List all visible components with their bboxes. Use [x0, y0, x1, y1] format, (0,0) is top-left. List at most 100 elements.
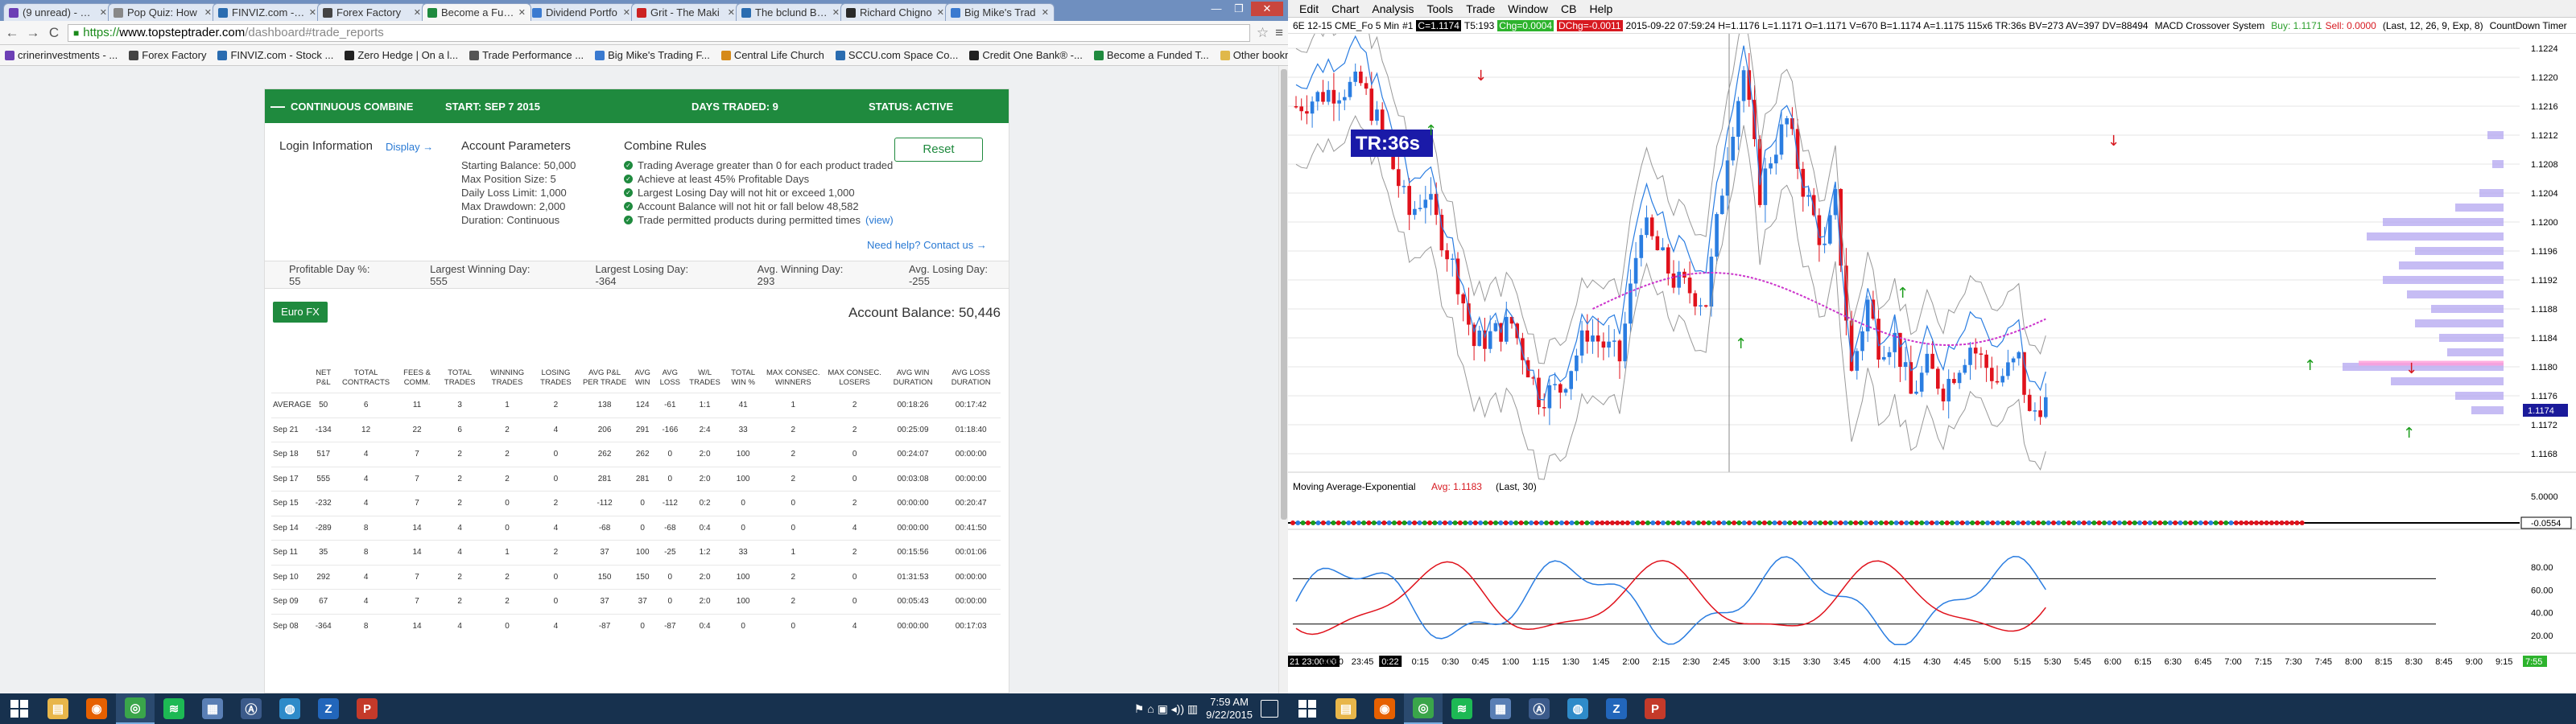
- volume-profile-bar: [2471, 406, 2504, 414]
- reload-button[interactable]: C: [47, 25, 61, 41]
- menu-item[interactable]: Tools: [1427, 2, 1454, 15]
- menu-item[interactable]: Edit: [1299, 2, 1319, 15]
- ema-signal-dot: [2102, 520, 2107, 525]
- taskbar-spotify-button[interactable]: ≋: [1443, 693, 1481, 724]
- bookmark-item[interactable]: Zero Hedge | On a l...: [345, 49, 458, 61]
- tab-close-icon[interactable]: ✕: [204, 7, 212, 18]
- url-input[interactable]: ■ https://www.topsteptrader.com/dashboar…: [68, 23, 1250, 42]
- lock-icon: ■: [73, 27, 80, 39]
- menu-item[interactable]: Window: [1508, 2, 1548, 15]
- bookmark-item[interactable]: Big Mike's Trading F...: [595, 49, 710, 61]
- tab-close-icon[interactable]: ✕: [623, 7, 630, 18]
- menu-item[interactable]: Chart: [1331, 2, 1359, 15]
- tab-close-icon[interactable]: ✕: [414, 7, 421, 18]
- candle-body: [1720, 195, 1724, 215]
- forward-button[interactable]: →: [26, 25, 40, 41]
- menu-item[interactable]: Trade: [1466, 2, 1495, 15]
- bookmark-favicon-icon: [469, 50, 480, 60]
- taskbar-spotify-button[interactable]: ≋: [155, 693, 193, 724]
- tab-close-icon[interactable]: ✕: [728, 7, 735, 18]
- minimize-button[interactable]: —: [1206, 2, 1227, 16]
- taskbar-globe-button[interactable]: ◍: [1558, 693, 1597, 724]
- clock[interactable]: 7:59 AM 9/22/2015: [1206, 696, 1253, 722]
- browser-tab[interactable]: Dividend Portfo ✕: [526, 3, 636, 21]
- menu-item[interactable]: Help: [1590, 2, 1613, 15]
- ema-signal-dot: [2153, 520, 2157, 525]
- notifications-icon[interactable]: [1261, 700, 1278, 718]
- taskbar-firefox-button[interactable]: ◉: [1365, 693, 1404, 724]
- price-chart[interactable]: 1.1224 1.1220 1.1216 1.1212 1.1208 1.1204 1.12…: [1288, 34, 2576, 693]
- tab-close-icon[interactable]: ✕: [100, 7, 107, 18]
- bookmark-item[interactable]: Become a Funded T...: [1093, 49, 1209, 61]
- tab-close-icon[interactable]: ✕: [309, 7, 316, 18]
- tab-close-icon[interactable]: ✕: [937, 7, 944, 18]
- taskbar-tos-button[interactable]: Ⓐ: [1520, 693, 1558, 724]
- table-cell: 2: [481, 466, 533, 492]
- browser-tab[interactable]: Richard Chigno ✕: [840, 3, 950, 21]
- bookmark-item[interactable]: Central Life Church: [720, 49, 824, 61]
- taskbar-photos-button[interactable]: ▦: [1481, 693, 1520, 724]
- candle-body: [1946, 379, 1951, 401]
- display-link[interactable]: Display →: [386, 141, 433, 153]
- taskbar-zh-button[interactable]: Z: [309, 693, 348, 724]
- taskbar-photos-button[interactable]: ▦: [193, 693, 232, 724]
- account-param: Max Position Size: 5: [461, 173, 556, 185]
- time-tick-label: 7:00: [2224, 657, 2241, 667]
- back-button[interactable]: ←: [5, 25, 19, 41]
- start-button[interactable]: [0, 693, 39, 724]
- menu-item[interactable]: CB: [1561, 2, 1576, 15]
- browser-tab[interactable]: Pop Quiz: How ✕: [108, 3, 217, 21]
- ema-signal-dot: [1549, 520, 1554, 525]
- browser-tab[interactable]: The bclund Blog ✕: [736, 3, 845, 21]
- start-button-right[interactable]: [1288, 693, 1327, 724]
- bookmark-favicon-icon: [129, 50, 139, 60]
- browser-tab[interactable]: (9 unread) - crine ✕: [3, 3, 113, 21]
- browser-tab[interactable]: Forex Factory ✕: [317, 3, 427, 21]
- bookmark-item[interactable]: SCCU.com Space Co...: [835, 49, 958, 61]
- table-cell: 138: [579, 393, 630, 418]
- buy-arrow-icon: ↑: [1425, 122, 1437, 139]
- taskbar-tos-button[interactable]: Ⓐ: [232, 693, 270, 724]
- browser-menu-icon[interactable]: ≡: [1275, 25, 1283, 41]
- tab-close-icon[interactable]: ✕: [518, 7, 526, 18]
- tab-close-icon[interactable]: ✕: [1042, 7, 1049, 18]
- tray-icons[interactable]: ⚑ ⌂ ▣ ◂)) ▥: [1134, 702, 1198, 716]
- close-button[interactable]: ✕: [1251, 2, 1283, 16]
- page-scrollbar[interactable]: [1278, 66, 1288, 693]
- candle-body: [1558, 384, 1563, 393]
- ema-signal-dot: [1311, 520, 1316, 525]
- collapse-icon[interactable]: —: [265, 98, 291, 115]
- scrollbar-thumb[interactable]: [1281, 69, 1287, 520]
- table-cell: 0: [654, 589, 685, 614]
- bookmark-item[interactable]: Forex Factory: [129, 49, 206, 61]
- euro-fx-button[interactable]: Euro FX: [273, 302, 328, 323]
- browser-tab[interactable]: Grit - The Maki ✕: [631, 3, 741, 21]
- maximize-button[interactable]: ❐: [1228, 2, 1249, 16]
- bookmark-star-icon[interactable]: ☆: [1257, 25, 1269, 41]
- browser-tab[interactable]: FINVIZ.com - St ✕: [213, 3, 322, 21]
- ema-signal-dot: [2066, 520, 2071, 525]
- taskbar-globe-button[interactable]: ◍: [270, 693, 309, 724]
- menu-item[interactable]: Analysis: [1372, 2, 1414, 15]
- taskbar-pdf-button[interactable]: P: [1636, 693, 1674, 724]
- bookmark-item[interactable]: crinerinvestments - ...: [5, 49, 118, 61]
- taskbar-file-explorer-button[interactable]: ▤: [1327, 693, 1365, 724]
- taskbar-zh-button[interactable]: Z: [1597, 693, 1636, 724]
- browser-tab[interactable]: Become a Fund ✕: [422, 3, 531, 21]
- taskbar-pdf-button[interactable]: P: [348, 693, 386, 724]
- taskbar-chrome-button[interactable]: ◎: [116, 693, 155, 724]
- rules-view-link[interactable]: (view): [865, 213, 894, 227]
- tab-close-icon[interactable]: ✕: [832, 7, 840, 18]
- help-link[interactable]: Need help? Contact us →: [867, 239, 987, 251]
- taskbar-chrome-button[interactable]: ◎: [1404, 693, 1443, 724]
- bookmark-item[interactable]: Trade Performance ...: [469, 49, 584, 61]
- reset-button[interactable]: Reset: [894, 138, 983, 162]
- ema-signal-dot: [2167, 520, 2173, 525]
- candle-body: [1413, 208, 1417, 216]
- browser-tab[interactable]: Big Mike's Trad ✕: [945, 3, 1055, 21]
- taskbar-file-explorer-button[interactable]: ▤: [39, 693, 77, 724]
- taskbar-firefox-button[interactable]: ◉: [77, 693, 116, 724]
- price-tick-label: 1.1220: [2531, 73, 2558, 83]
- bookmark-item[interactable]: Credit One Bank® -...: [969, 49, 1083, 61]
- bookmark-item[interactable]: FINVIZ.com - Stock ...: [217, 49, 333, 61]
